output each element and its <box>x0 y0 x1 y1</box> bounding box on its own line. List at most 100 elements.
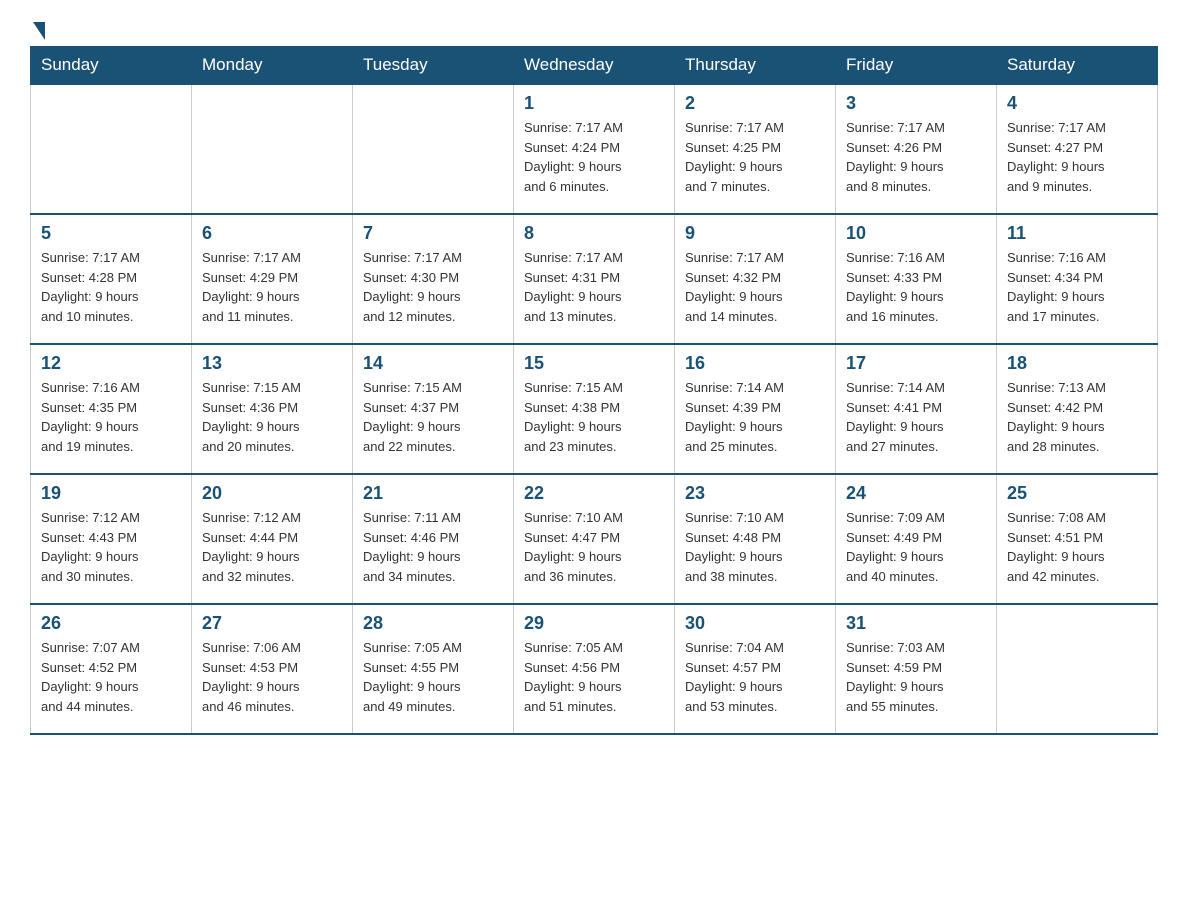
day-number: 6 <box>202 223 342 244</box>
day-info: Sunrise: 7:17 AM Sunset: 4:31 PM Dayligh… <box>524 248 664 326</box>
day-number: 28 <box>363 613 503 634</box>
day-number: 20 <box>202 483 342 504</box>
day-number: 13 <box>202 353 342 374</box>
day-number: 1 <box>524 93 664 114</box>
day-number: 5 <box>41 223 181 244</box>
calendar-week-row: 19 Sunrise: 7:12 AM Sunset: 4:43 PM Dayli… <box>31 474 1158 604</box>
calendar-cell: 3 Sunrise: 7:17 AM Sunset: 4:26 PM Daylig… <box>836 84 997 214</box>
day-info: Sunrise: 7:08 AM Sunset: 4:51 PM Dayligh… <box>1007 508 1147 586</box>
calendar-cell: 8 Sunrise: 7:17 AM Sunset: 4:31 PM Daylig… <box>514 214 675 344</box>
day-info: Sunrise: 7:13 AM Sunset: 4:42 PM Dayligh… <box>1007 378 1147 456</box>
day-info: Sunrise: 7:17 AM Sunset: 4:26 PM Dayligh… <box>846 118 986 196</box>
calendar-cell: 15Sunrise: 7:15 AM Sunset: 4:38 PM Dayli… <box>514 344 675 474</box>
calendar-cell: 28 Sunrise: 7:05 AM Sunset: 4:55 PM Dayli… <box>353 604 514 734</box>
day-info: Sunrise: 7:17 AM Sunset: 4:24 PM Dayligh… <box>524 118 664 196</box>
calendar-cell: 16 Sunrise: 7:14 AM Sunset: 4:39 PM Dayli… <box>675 344 836 474</box>
day-number: 16 <box>685 353 825 374</box>
calendar-cell: 7Sunrise: 7:17 AM Sunset: 4:30 PM Daylig… <box>353 214 514 344</box>
day-number: 26 <box>41 613 181 634</box>
day-number: 17 <box>846 353 986 374</box>
day-info: Sunrise: 7:09 AM Sunset: 4:49 PM Dayligh… <box>846 508 986 586</box>
day-number: 8 <box>524 223 664 244</box>
day-number: 19 <box>41 483 181 504</box>
calendar-cell: 20 Sunrise: 7:12 AM Sunset: 4:44 PM Dayli… <box>192 474 353 604</box>
day-info: Sunrise: 7:11 AM Sunset: 4:46 PM Dayligh… <box>363 508 503 586</box>
day-info: Sunrise: 7:15 AM Sunset: 4:37 PM Dayligh… <box>363 378 503 456</box>
calendar-cell: 30 Sunrise: 7:04 AM Sunset: 4:57 PM Dayli… <box>675 604 836 734</box>
calendar-cell <box>997 604 1158 734</box>
calendar-cell: 24 Sunrise: 7:09 AM Sunset: 4:49 PM Dayli… <box>836 474 997 604</box>
calendar-cell: 27 Sunrise: 7:06 AM Sunset: 4:53 PM Dayli… <box>192 604 353 734</box>
calendar-week-row: 1 Sunrise: 7:17 AM Sunset: 4:24 PM Daylig… <box>31 84 1158 214</box>
day-info: Sunrise: 7:14 AM Sunset: 4:41 PM Dayligh… <box>846 378 986 456</box>
calendar-cell: 26 Sunrise: 7:07 AM Sunset: 4:52 PM Dayli… <box>31 604 192 734</box>
day-number: 23 <box>685 483 825 504</box>
calendar-cell: 17 Sunrise: 7:14 AM Sunset: 4:41 PM Dayli… <box>836 344 997 474</box>
calendar-cell: 10 Sunrise: 7:16 AM Sunset: 4:33 PM Dayli… <box>836 214 997 344</box>
day-number: 10 <box>846 223 986 244</box>
weekday-header-row: SundayMondayTuesdayWednesdayThursdayFrid… <box>31 47 1158 85</box>
day-number: 29 <box>524 613 664 634</box>
calendar-cell: 13 Sunrise: 7:15 AM Sunset: 4:36 PM Dayli… <box>192 344 353 474</box>
day-number: 30 <box>685 613 825 634</box>
calendar-week-row: 12 Sunrise: 7:16 AM Sunset: 4:35 PM Dayli… <box>31 344 1158 474</box>
day-number: 21 <box>363 483 503 504</box>
day-info: Sunrise: 7:05 AM Sunset: 4:56 PM Dayligh… <box>524 638 664 716</box>
day-info: Sunrise: 7:12 AM Sunset: 4:43 PM Dayligh… <box>41 508 181 586</box>
day-info: Sunrise: 7:15 AM Sunset: 4:36 PM Dayligh… <box>202 378 342 456</box>
day-number: 11 <box>1007 223 1147 244</box>
day-info: Sunrise: 7:17 AM Sunset: 4:32 PM Dayligh… <box>685 248 825 326</box>
day-info: Sunrise: 7:07 AM Sunset: 4:52 PM Dayligh… <box>41 638 181 716</box>
weekday-header-wednesday: Wednesday <box>514 47 675 85</box>
day-number: 22 <box>524 483 664 504</box>
calendar-cell: 18 Sunrise: 7:13 AM Sunset: 4:42 PM Dayli… <box>997 344 1158 474</box>
day-number: 24 <box>846 483 986 504</box>
day-info: Sunrise: 7:17 AM Sunset: 4:27 PM Dayligh… <box>1007 118 1147 196</box>
day-info: Sunrise: 7:16 AM Sunset: 4:34 PM Dayligh… <box>1007 248 1147 326</box>
day-info: Sunrise: 7:12 AM Sunset: 4:44 PM Dayligh… <box>202 508 342 586</box>
day-number: 4 <box>1007 93 1147 114</box>
calendar-cell: 31Sunrise: 7:03 AM Sunset: 4:59 PM Dayli… <box>836 604 997 734</box>
day-info: Sunrise: 7:17 AM Sunset: 4:29 PM Dayligh… <box>202 248 342 326</box>
day-info: Sunrise: 7:16 AM Sunset: 4:35 PM Dayligh… <box>41 378 181 456</box>
calendar-week-row: 5 Sunrise: 7:17 AM Sunset: 4:28 PM Daylig… <box>31 214 1158 344</box>
calendar-cell: 22 Sunrise: 7:10 AM Sunset: 4:47 PM Dayli… <box>514 474 675 604</box>
calendar-cell <box>192 84 353 214</box>
weekday-header-thursday: Thursday <box>675 47 836 85</box>
day-number: 25 <box>1007 483 1147 504</box>
day-info: Sunrise: 7:14 AM Sunset: 4:39 PM Dayligh… <box>685 378 825 456</box>
calendar-table: SundayMondayTuesdayWednesdayThursdayFrid… <box>30 46 1158 735</box>
day-number: 27 <box>202 613 342 634</box>
day-number: 31 <box>846 613 986 634</box>
day-number: 12 <box>41 353 181 374</box>
day-number: 9 <box>685 223 825 244</box>
day-info: Sunrise: 7:06 AM Sunset: 4:53 PM Dayligh… <box>202 638 342 716</box>
day-number: 15 <box>524 353 664 374</box>
calendar-cell: 14 Sunrise: 7:15 AM Sunset: 4:37 PM Dayli… <box>353 344 514 474</box>
weekday-header-saturday: Saturday <box>997 47 1158 85</box>
day-number: 2 <box>685 93 825 114</box>
day-number: 18 <box>1007 353 1147 374</box>
calendar-cell: 19 Sunrise: 7:12 AM Sunset: 4:43 PM Dayli… <box>31 474 192 604</box>
calendar-cell: 12 Sunrise: 7:16 AM Sunset: 4:35 PM Dayli… <box>31 344 192 474</box>
weekday-header-friday: Friday <box>836 47 997 85</box>
calendar-cell: 2 Sunrise: 7:17 AM Sunset: 4:25 PM Daylig… <box>675 84 836 214</box>
calendar-cell: 29 Sunrise: 7:05 AM Sunset: 4:56 PM Dayli… <box>514 604 675 734</box>
calendar-cell <box>31 84 192 214</box>
calendar-body: 1 Sunrise: 7:17 AM Sunset: 4:24 PM Daylig… <box>31 84 1158 734</box>
calendar-cell: 11 Sunrise: 7:16 AM Sunset: 4:34 PM Dayli… <box>997 214 1158 344</box>
day-info: Sunrise: 7:17 AM Sunset: 4:25 PM Dayligh… <box>685 118 825 196</box>
day-info: Sunrise: 7:16 AM Sunset: 4:33 PM Dayligh… <box>846 248 986 326</box>
day-info: Sunrise: 7:17 AM Sunset: 4:28 PM Dayligh… <box>41 248 181 326</box>
day-number: 3 <box>846 93 986 114</box>
day-info: Sunrise: 7:05 AM Sunset: 4:55 PM Dayligh… <box>363 638 503 716</box>
day-number: 14 <box>363 353 503 374</box>
day-info: Sunrise: 7:10 AM Sunset: 4:47 PM Dayligh… <box>524 508 664 586</box>
page-header <box>30 20 1158 36</box>
calendar-cell: 5 Sunrise: 7:17 AM Sunset: 4:28 PM Daylig… <box>31 214 192 344</box>
day-info: Sunrise: 7:04 AM Sunset: 4:57 PM Dayligh… <box>685 638 825 716</box>
logo-arrow-icon <box>33 22 45 40</box>
calendar-cell: 4 Sunrise: 7:17 AM Sunset: 4:27 PM Daylig… <box>997 84 1158 214</box>
day-info: Sunrise: 7:10 AM Sunset: 4:48 PM Dayligh… <box>685 508 825 586</box>
calendar-week-row: 26 Sunrise: 7:07 AM Sunset: 4:52 PM Dayli… <box>31 604 1158 734</box>
